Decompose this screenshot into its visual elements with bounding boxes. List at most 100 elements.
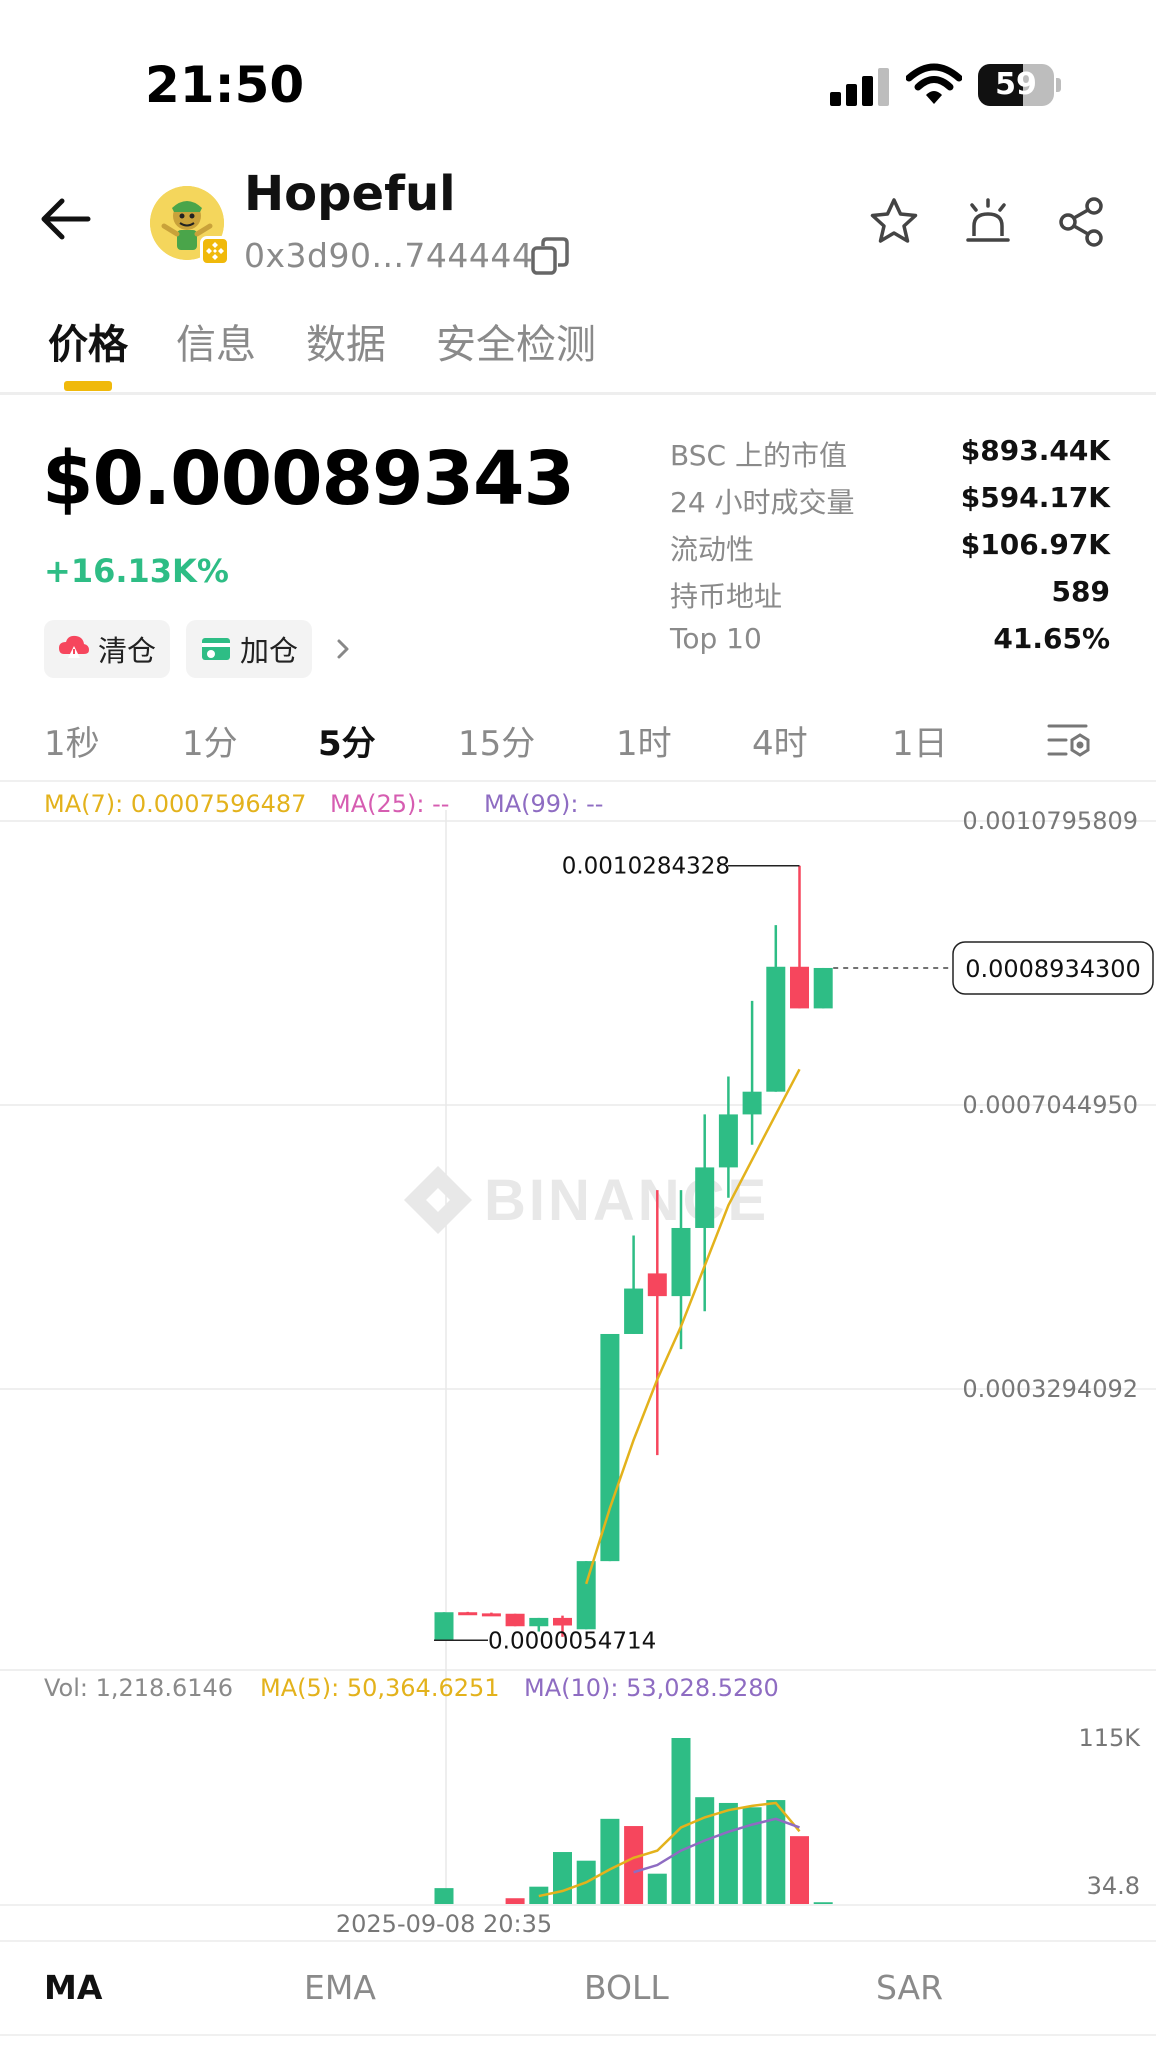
token-name: Hopeful [244,166,456,222]
stat-row: BSC 上的市值 $893.44K [670,428,1110,475]
candle-body [742,1091,762,1115]
indicator-tab-ema[interactable]: EMA [304,1968,376,2007]
current-price-label: 0.0008934300 [965,955,1141,983]
candle-body [553,1617,572,1626]
volume-bar [600,1818,620,1904]
time-axis-label: 2025-09-08 20:35 [336,1910,552,1938]
volume-axis-label: 115K [1078,1724,1141,1752]
volume-bar [647,1873,667,1904]
add-position-icon [202,638,230,660]
tab-divider [0,392,1156,395]
sell-all-icon [59,635,89,658]
volume-bar [718,1802,738,1904]
add-position-label: 加仓 [240,634,299,668]
sell-all-button[interactable]: 清仓 [44,620,171,678]
bottom-divider [0,2034,1156,2036]
stat-row: 流动性 $106.97K [670,522,1110,569]
volume-bar [624,1826,644,1904]
candle-body [647,1273,667,1297]
interval-5m[interactable]: 5分 [318,716,376,765]
candle-body [458,1612,478,1616]
bnb-chain-badge-icon [200,236,230,266]
tab-price[interactable]: 价格 [48,312,128,370]
candle-body [529,1617,549,1627]
candle-body [576,1561,596,1630]
stat-label: 24 小时成交量 [670,486,855,519]
chart-settings-icon[interactable] [1046,718,1092,762]
battery-level: 59 [995,67,1037,102]
back-arrow-icon[interactable] [38,196,92,242]
stat-value: $106.97K [960,528,1110,561]
interval-15m[interactable]: 15分 [458,716,535,765]
chevron-right-icon[interactable] [334,632,354,666]
price-axis-label: 0.0003294092 [962,1375,1138,1403]
indicator-tab-sar[interactable]: SAR [876,1968,943,2007]
tab-info[interactable]: 信息 [176,312,256,370]
candle-body [790,966,809,1009]
volume-bar [553,1852,572,1904]
status-bar: 21:50 59 [0,0,1156,160]
interval-1m[interactable]: 1分 [182,716,238,765]
indicator-tab-ma[interactable]: MA [44,1968,102,2007]
add-position-button[interactable]: 加仓 [186,620,313,678]
sell-all-label: 清仓 [98,634,157,668]
wifi-icon [906,63,962,104]
interval-1s[interactable]: 1秒 [44,716,100,765]
battery-tip [1056,78,1061,92]
tab-data[interactable]: 数据 [306,312,386,370]
stat-value: $594.17K [960,481,1110,514]
volume-legend-1: MA(5): 50,364.6251 [260,1674,500,1702]
candle-body [718,1114,738,1168]
volume-bar [790,1836,809,1904]
price-change: +16.13K% [44,552,229,590]
stat-label: 流动性 [670,533,755,566]
volume-bar [434,1888,454,1904]
alert-bell-icon[interactable] [962,196,1014,248]
low-price-label: 0.0000054714 [488,1628,656,1654]
candle-body [434,1612,454,1641]
high-price-label: 0.0010284328 [562,854,730,880]
interval-4h[interactable]: 4时 [752,716,808,765]
candle-body [766,966,786,1092]
stat-value: 41.65% [993,622,1110,655]
current-price: $0.00089343 [42,436,575,522]
status-time: 21:50 [145,56,305,114]
volume-axis-label: 34.8 [1087,1872,1140,1900]
volume-legend-0: Vol: 1,218.6146 [44,1674,233,1702]
active-tab-indicator [64,381,112,391]
share-icon[interactable] [1056,196,1108,248]
volume-legend-2: MA(10): 53,028.5280 [524,1674,779,1702]
candle-body [505,1613,525,1627]
volume-bar [505,1898,525,1904]
stat-label: 持币地址 [670,580,783,613]
star-icon[interactable] [868,196,920,248]
token-address: 0x3d90...744444 [244,236,534,275]
stat-row: Top 10 41.65% [670,616,1110,663]
cellular-signal-icon [830,68,890,106]
tab-security-check[interactable]: 安全检测 [436,312,596,370]
candle-body [695,1167,715,1228]
candle-body [671,1227,691,1297]
binance-logo-mark [404,1166,472,1234]
price-axis-label: 0.0007044950 [962,1091,1138,1119]
volume-bar [766,1800,786,1904]
token-stats: BSC 上的市值 $893.44K 24 小时成交量 $594.17K 流动性 $10… [670,428,1110,663]
candle-body [481,1613,501,1617]
candlestick-chart[interactable]: BINANCE 0.0010284328 0.0000054714 0.000893… [0,780,1156,1940]
stat-row: 24 小时成交量 $594.17K [670,475,1110,522]
watermark-text: BINANCE [484,1168,769,1233]
candle-body [624,1288,644,1334]
candle-body [813,967,833,1009]
indicator-tab-boll[interactable]: BOLL [584,1968,669,2007]
stat-label: BSC 上的市值 [670,439,847,472]
volume-bar [671,1738,691,1904]
interval-1h[interactable]: 1时 [616,716,672,765]
stat-label: Top 10 [670,622,762,655]
interval-1d[interactable]: 1日 [892,716,948,765]
battery-icon: 59 [978,64,1054,106]
volume-bar [695,1797,715,1904]
stat-value: $893.44K [960,434,1110,467]
stat-row: 持币地址 589 [670,569,1110,616]
volume-bar [813,1902,833,1904]
copy-icon[interactable] [530,236,570,276]
